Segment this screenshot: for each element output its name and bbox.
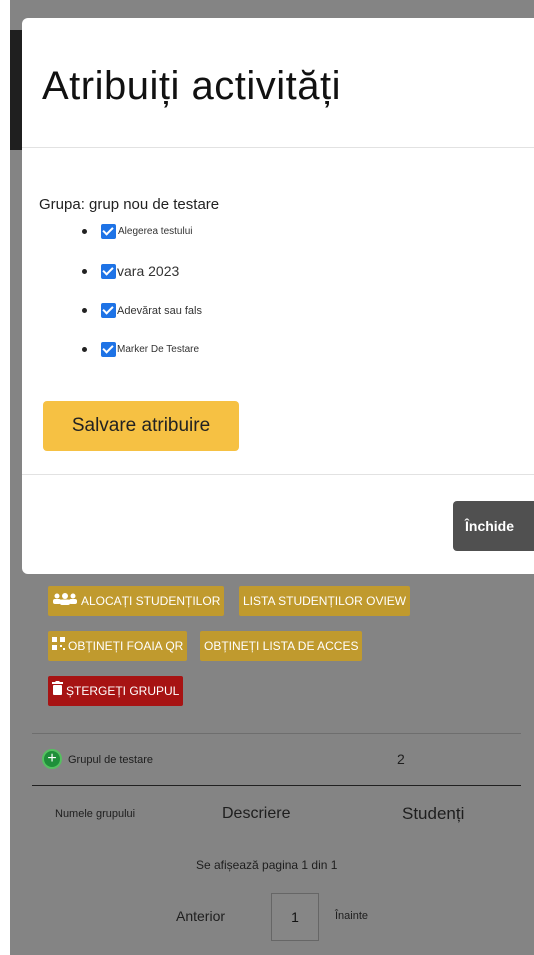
modal-header-divider: [22, 147, 534, 148]
activity-item: Marker De Testare: [82, 342, 199, 357]
bullet-icon: [82, 308, 87, 313]
save-assignment-button[interactable]: Salvare atribuire: [43, 401, 239, 451]
bullet-icon: [82, 268, 87, 274]
delete-group-button[interactable]: ȘTERGEȚI GRUPUL: [48, 676, 184, 706]
get-qr-sheet-button[interactable]: OBȚINEȚI FOAIA QR: [48, 631, 188, 661]
trash-icon: [52, 676, 63, 706]
page-side-strip: [10, 30, 22, 150]
header-divider: [32, 785, 521, 786]
checkbox-checked-icon[interactable]: [101, 224, 116, 239]
checkbox-checked-icon[interactable]: [101, 342, 116, 357]
qr-code-icon: [52, 631, 65, 661]
col-header-name[interactable]: Numele grupului: [55, 808, 135, 820]
row-divider: [32, 733, 521, 734]
add-circle-icon[interactable]: +: [42, 749, 62, 769]
activity-label: vara 2023: [117, 263, 180, 279]
pagination-status: Se afișează pagina 1 din 1: [196, 858, 338, 872]
allocate-students-button[interactable]: ALOCAȚI STUDENȚILOR: [48, 586, 225, 616]
activity-item: Adevărat sau fals: [82, 303, 202, 318]
activity-label: Adevărat sau fals: [117, 304, 202, 317]
checkbox-checked-icon[interactable]: [101, 263, 116, 279]
student-list-button[interactable]: LISTA STUDENȚILOR OVIEW: [239, 586, 411, 616]
modal-footer-divider: [22, 474, 534, 475]
group-label: Grupa: grup nou de testare: [39, 196, 220, 213]
col-header-description[interactable]: Descriere: [222, 805, 290, 823]
delete-group-label: ȘTERGEȚI GRUPUL: [66, 684, 180, 698]
group-name-cell[interactable]: Grupul de testare: [68, 754, 153, 766]
next-page-button[interactable]: Înainte: [335, 910, 368, 922]
get-access-list-button[interactable]: OBȚINEȚI LISTA DE ACCES: [200, 631, 363, 661]
allocate-students-label: ALOCAȚI STUDENȚILOR: [81, 594, 221, 608]
activity-label: Alegerea testului: [118, 226, 193, 237]
get-qr-sheet-label: OBȚINEȚI FOAIA QR: [68, 639, 184, 653]
get-access-list-label: OBȚINEȚI LISTA DE ACCES: [204, 639, 359, 653]
activity-label: Marker De Testare: [117, 344, 200, 355]
modal-title: Atribuiți activități: [42, 64, 341, 108]
col-header-students[interactable]: Studenți: [402, 804, 464, 824]
current-page-box[interactable]: 1: [271, 893, 319, 941]
prev-page-button[interactable]: Anterior: [176, 908, 225, 924]
checkbox-checked-icon[interactable]: [101, 303, 116, 318]
activity-item: vara 2023: [82, 263, 179, 279]
activity-item: Alegerea testului: [82, 224, 193, 239]
group-students-cell: 2: [397, 751, 405, 767]
assign-activities-modal: Atribuiți activități Grupa: grup nou de …: [22, 18, 534, 574]
close-button[interactable]: Închide: [453, 501, 534, 551]
bullet-icon: [82, 347, 87, 352]
users-icon: [52, 586, 78, 616]
bullet-icon: [82, 229, 87, 234]
student-list-label: LISTA STUDENȚILOR OVIEW: [243, 594, 407, 608]
